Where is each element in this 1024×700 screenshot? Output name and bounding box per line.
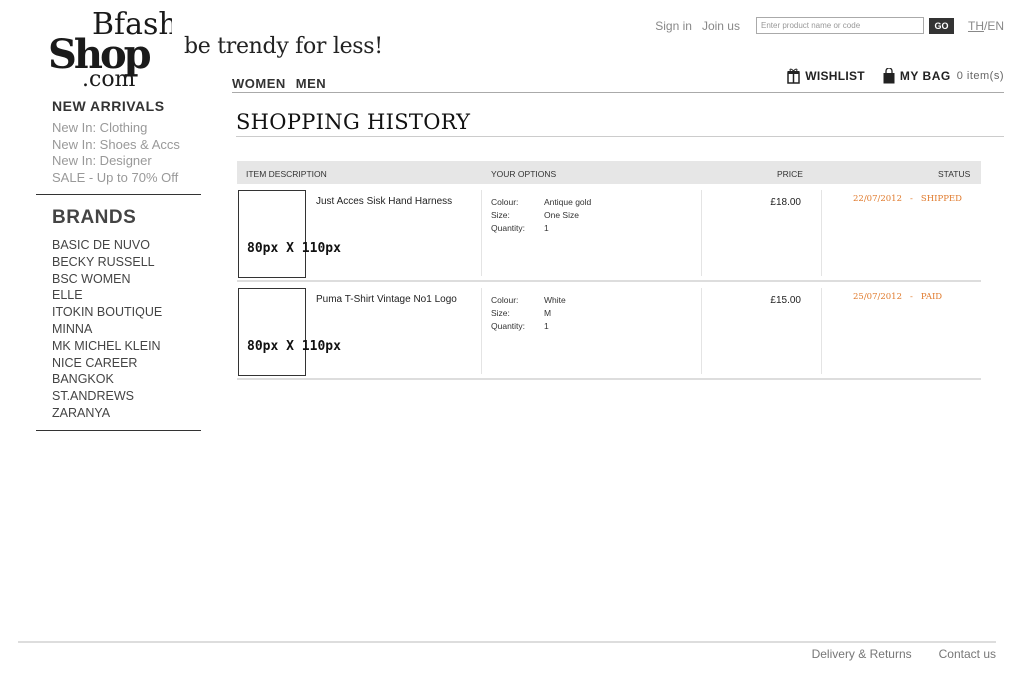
cell-divider	[701, 190, 702, 276]
item-name[interactable]: Puma T-Shirt Vintage No1 Logo	[316, 294, 457, 305]
table-row: 80px X 110px Puma T-Shirt Vintage No1 Lo…	[237, 282, 981, 380]
logo-graphic: Bfash Shop .com	[48, 7, 178, 92]
top-navigation: Sign in Join us GO TH/EN	[655, 17, 1004, 34]
nav-men[interactable]: MEN	[296, 76, 326, 91]
nav-women[interactable]: WOMEN	[232, 76, 286, 91]
quantity-label: Quantity:	[491, 321, 526, 331]
size-value: One Size	[544, 210, 579, 220]
size-label: Size:	[491, 210, 510, 220]
header-your-options: YOUR OPTIONS	[491, 169, 557, 179]
header-status: STATUS	[938, 169, 971, 179]
sidebar: NEW ARRIVALS New In: Clothing New In: Sh…	[36, 98, 201, 431]
item-price: £15.00	[770, 295, 801, 306]
status-separator: -	[910, 194, 913, 204]
delivery-returns-link[interactable]: Delivery & Returns	[812, 647, 912, 661]
status-badge: PAID	[920, 292, 943, 302]
brand-link[interactable]: BASIC DE NUVO	[52, 237, 201, 254]
utility-bar: WISHLIST MY BAG 0 item(s)	[787, 68, 1004, 84]
cell-divider	[481, 288, 482, 374]
status-date: 22/07/2012	[853, 194, 902, 204]
join-us-link[interactable]: Join us	[702, 19, 740, 33]
brand-link[interactable]: NICE CAREER BANGKOK	[52, 355, 201, 389]
table-header: ITEM DESCRIPTION YOUR OPTIONS PRICE STAT…	[237, 161, 981, 184]
brands-heading: BRANDS	[52, 207, 137, 228]
footer-divider	[18, 641, 996, 643]
cell-divider	[701, 288, 702, 374]
lang-th-link[interactable]: TH	[968, 19, 984, 33]
order-status: 22/07/2012- SHIPPED	[853, 194, 962, 204]
shopping-history-table: ITEM DESCRIPTION YOUR OPTIONS PRICE STAT…	[237, 161, 981, 380]
quantity-value: 1	[544, 321, 549, 331]
search-go-button[interactable]: GO	[928, 17, 954, 34]
tagline: be trendy for less!	[184, 34, 383, 59]
brand-link[interactable]: BSC WOMEN	[52, 271, 201, 288]
wishlist-label: WISHLIST	[805, 69, 865, 83]
table-row: 80px X 110px Just Acces Sisk Hand Harnes…	[237, 184, 981, 282]
brand-link[interactable]: MINNA	[52, 321, 201, 338]
main-navigation: WOMEN MEN	[232, 76, 326, 91]
sidebar-bottom-divider	[36, 429, 201, 431]
colour-label: Colour:	[491, 197, 519, 207]
colour-value: White	[544, 295, 566, 305]
header-item-description: ITEM DESCRIPTION	[246, 169, 327, 179]
sidebar-link-sale[interactable]: SALE - Up to 70% Off	[52, 170, 201, 187]
sidebar-link-new-clothing[interactable]: New In: Clothing	[52, 120, 201, 137]
item-price: £18.00	[770, 197, 801, 208]
item-name[interactable]: Just Acces Sisk Hand Harness	[316, 196, 452, 207]
title-divider	[236, 136, 1004, 137]
order-status: 25/07/2012- PAID	[853, 292, 942, 302]
size-label: Size:	[491, 308, 510, 318]
lang-en-link[interactable]: EN	[987, 19, 1004, 33]
status-separator: -	[910, 292, 913, 302]
my-bag-label: MY BAG	[899, 69, 951, 83]
brand-link[interactable]: ZARANYA	[52, 405, 201, 422]
cell-divider	[481, 190, 482, 276]
product-thumbnail[interactable]	[238, 190, 306, 278]
quantity-value: 1	[544, 223, 549, 233]
header-divider	[232, 92, 1004, 93]
my-bag-link[interactable]: MY BAG 0 item(s)	[883, 68, 1004, 84]
status-date: 25/07/2012	[853, 292, 902, 302]
new-arrivals-heading: NEW ARRIVALS	[52, 98, 165, 114]
cell-divider	[821, 190, 822, 276]
shopping-bag-icon	[883, 68, 895, 84]
sidebar-link-new-designer[interactable]: New In: Designer	[52, 153, 201, 170]
logo-com: .com	[82, 67, 136, 90]
new-arrivals-list: New In: Clothing New In: Shoes & Accs Ne…	[36, 120, 201, 186]
contact-us-link[interactable]: Contact us	[939, 647, 996, 661]
sidebar-link-new-shoes[interactable]: New In: Shoes & Accs	[52, 137, 201, 154]
language-switcher: TH/EN	[968, 19, 1004, 33]
item-options: Colour: White Size: M Quantity: 1	[491, 295, 566, 334]
bag-item-count: 0 item(s)	[956, 70, 1004, 82]
product-thumbnail[interactable]	[238, 288, 306, 376]
brand-link[interactable]: MK MICHEL KLEIN	[52, 338, 201, 355]
page-title: SHOPPING HISTORY	[236, 110, 471, 134]
thumbnail-placeholder-label: 80px X 110px	[247, 339, 341, 354]
thumbnail-placeholder-label: 80px X 110px	[247, 241, 341, 256]
sign-in-link[interactable]: Sign in	[655, 19, 692, 33]
sidebar-divider	[36, 194, 201, 195]
brand-link[interactable]: ST.ANDREWS	[52, 388, 201, 405]
brand-link[interactable]: ELLE	[52, 287, 201, 304]
status-badge: SHIPPED	[920, 194, 962, 204]
gift-icon	[787, 68, 800, 84]
colour-value: Antique gold	[544, 197, 592, 207]
brand-link[interactable]: BECKY RUSSELL	[52, 254, 201, 271]
site-logo[interactable]: Bfash Shop .com	[48, 6, 178, 92]
search-input[interactable]	[755, 17, 924, 34]
item-options: Colour: Antique gold Size: One Size Quanti…	[491, 197, 591, 236]
header-price: PRICE	[777, 169, 803, 179]
colour-label: Colour:	[491, 295, 519, 305]
brands-list: BASIC DE NUVO BECKY RUSSELL BSC WOMEN EL…	[36, 237, 201, 422]
brand-link[interactable]: ITOKIN BOUTIQUE	[52, 304, 201, 321]
size-value: M	[544, 308, 552, 318]
wishlist-link[interactable]: WISHLIST	[787, 68, 865, 84]
quantity-label: Quantity:	[491, 223, 526, 233]
cell-divider	[821, 288, 822, 374]
footer-links: Delivery & Returns Contact us	[812, 647, 996, 661]
